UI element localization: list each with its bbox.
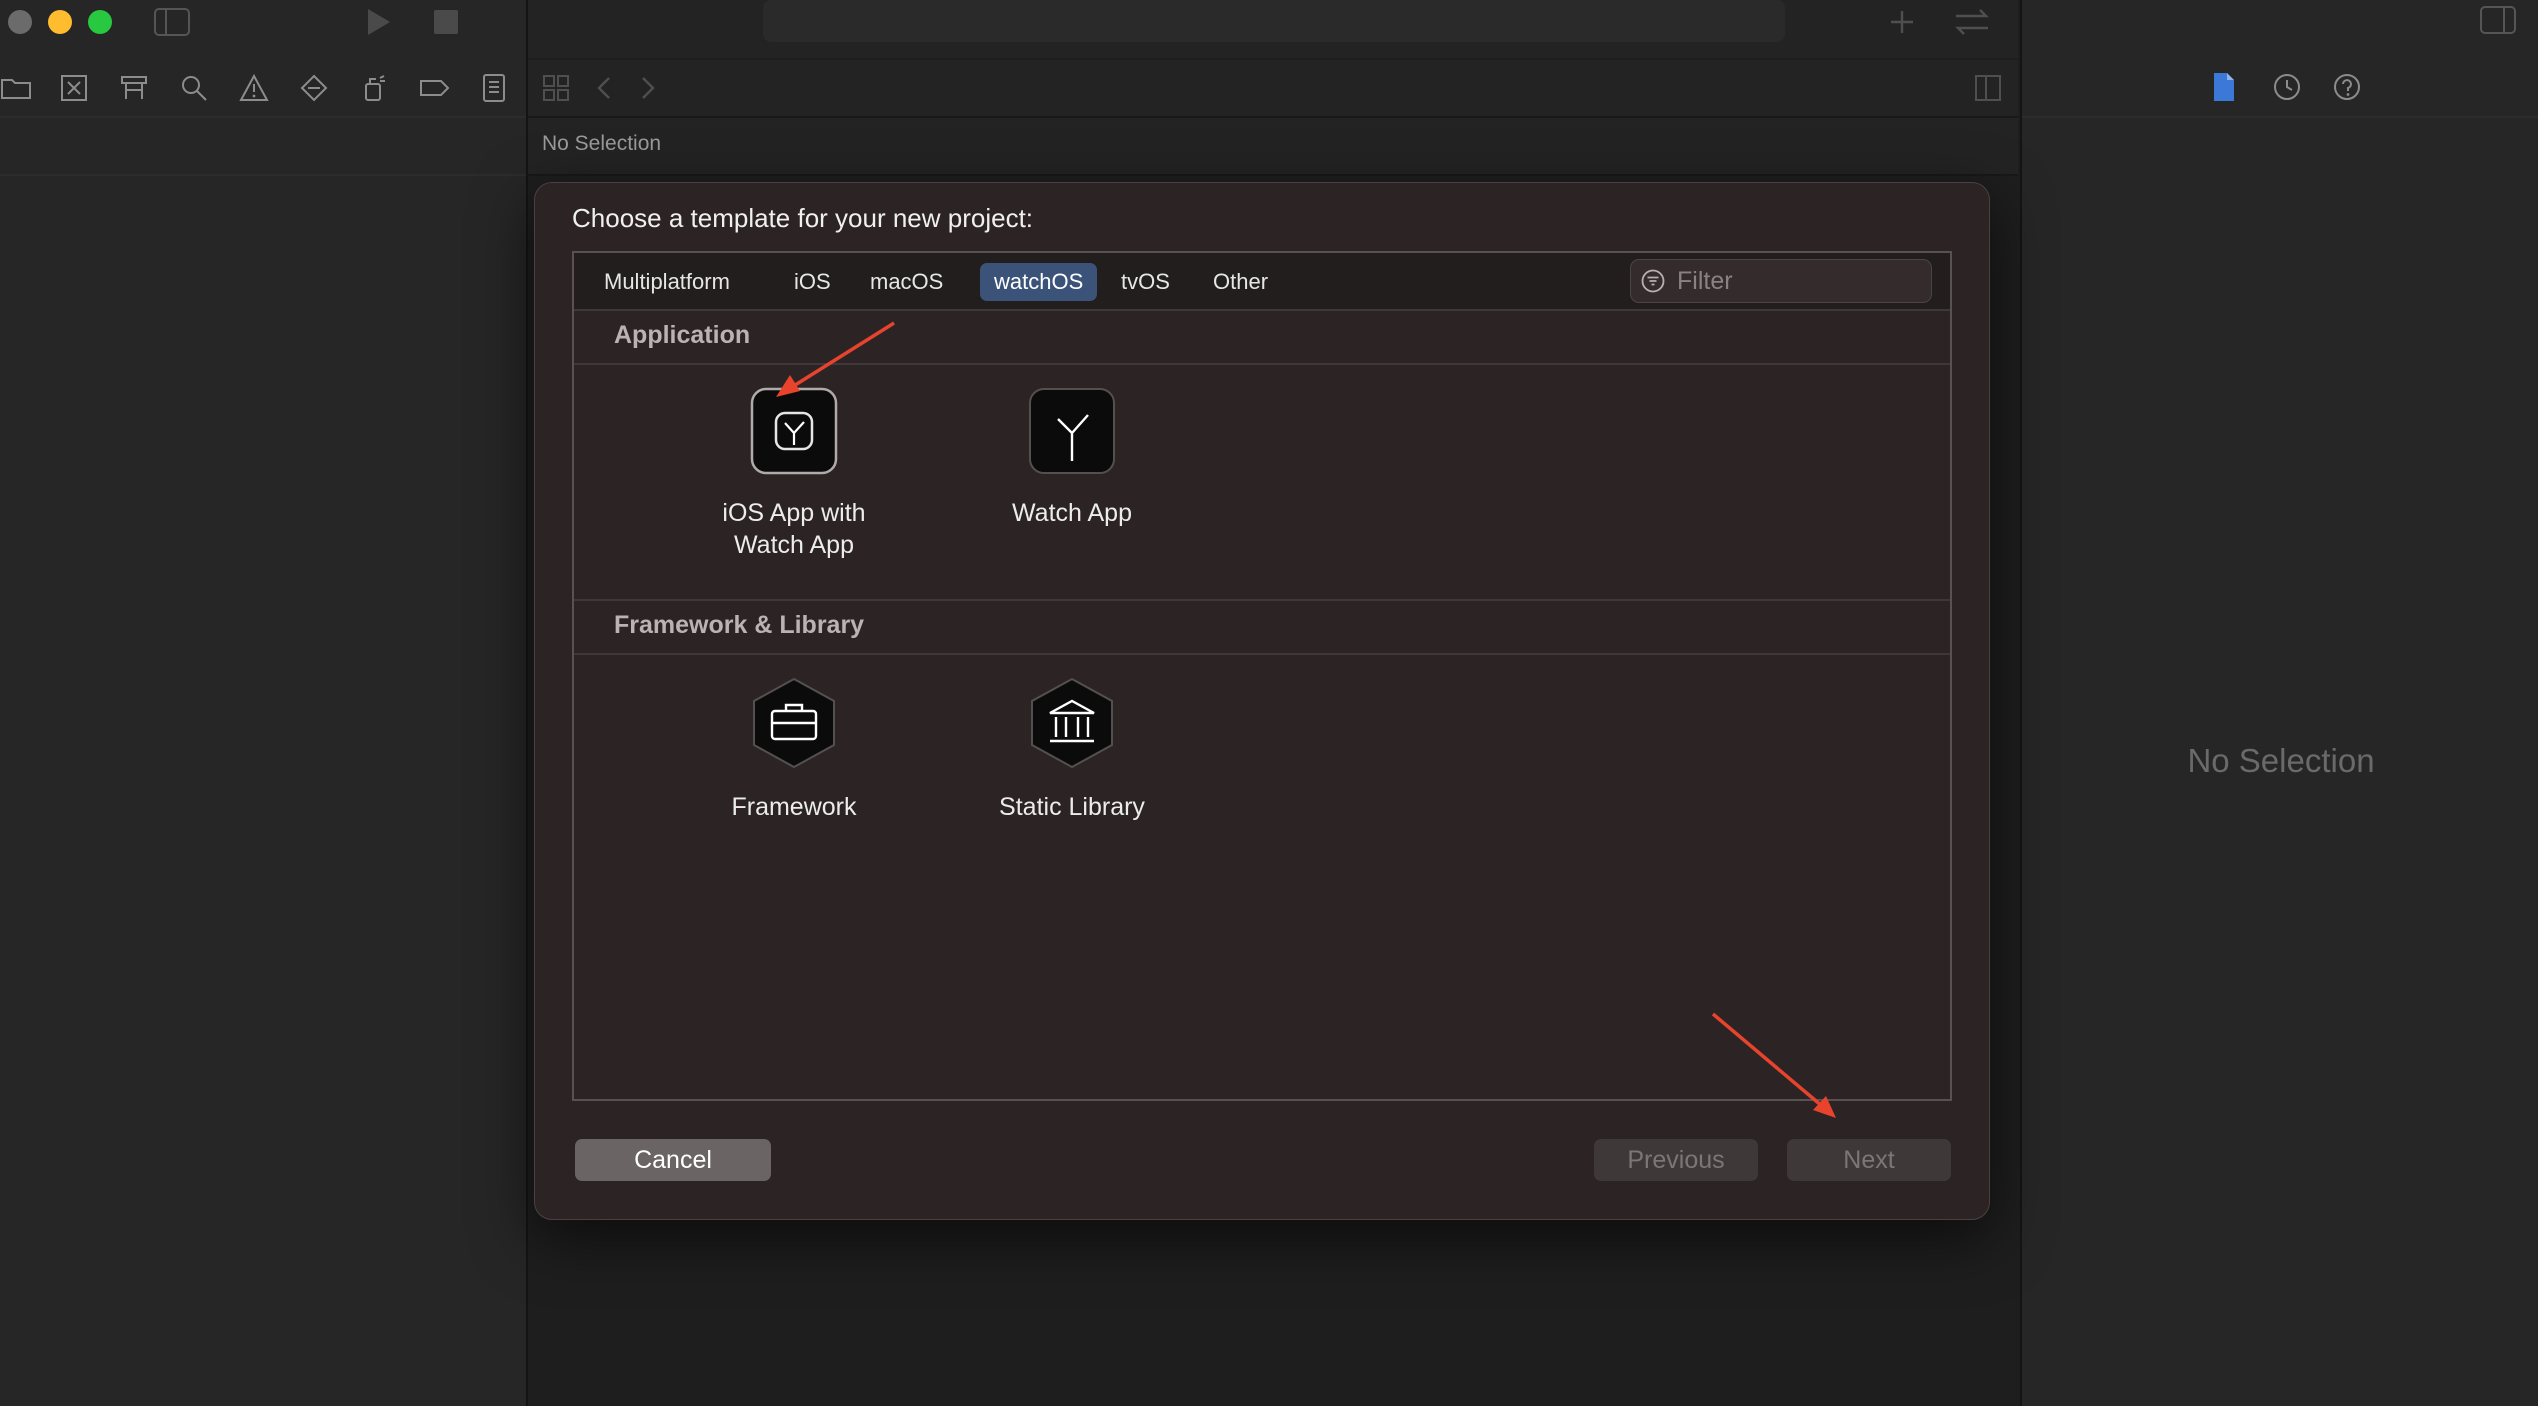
filter-input[interactable] [1675, 264, 1919, 298]
navigator-pane [0, 0, 528, 1406]
template-framework[interactable]: Framework [674, 677, 914, 823]
navigator-filter-bar [0, 118, 526, 176]
editor-jump-bar [528, 60, 2018, 118]
add-icon[interactable] [1888, 8, 1916, 36]
close-window-button[interactable] [8, 10, 32, 34]
sidebar-toggle-icon[interactable] [154, 8, 190, 36]
tab-multiplatform[interactable]: Multiplatform [590, 263, 744, 301]
template-label: iOS App with Watch App [674, 497, 914, 561]
section-title-framework-library: Framework & Library [614, 611, 865, 639]
library-building-icon [1028, 677, 1116, 769]
toolbar [368, 0, 2018, 58]
swap-arrows-icon[interactable] [1952, 6, 1992, 38]
symbol-icon[interactable] [118, 72, 150, 104]
stop-icon[interactable] [434, 10, 458, 34]
editor-no-selection-label: No Selection [542, 132, 662, 155]
filter-icon [1641, 269, 1665, 293]
tab-watchos[interactable]: watchOS [980, 263, 1098, 301]
template-label-line1: iOS App with [722, 499, 866, 527]
tab-macos[interactable]: macOS [856, 263, 957, 301]
inspector-no-selection-label: No Selection [2187, 742, 2375, 779]
debug-spray-icon[interactable] [358, 72, 390, 104]
file-inspector-icon[interactable] [2212, 72, 2236, 102]
section-title-application: Application [614, 321, 751, 349]
forward-chevron-icon[interactable] [640, 76, 656, 100]
watch-face-icon [750, 387, 838, 475]
breakpoint-icon[interactable] [418, 72, 450, 104]
help-inspector-icon[interactable] [2332, 72, 2362, 102]
section-header-framework-library: Framework & Library [574, 601, 1950, 655]
next-button[interactable]: Next [1787, 1139, 1951, 1181]
activity-view [763, 0, 1785, 42]
inspector-toggle-icon[interactable] [2480, 6, 2516, 34]
warning-icon[interactable] [238, 72, 270, 104]
search-icon[interactable] [178, 72, 210, 104]
grid-icon[interactable] [542, 74, 570, 102]
back-chevron-icon[interactable] [596, 76, 612, 100]
template-label: Static Library [999, 793, 1145, 821]
add-editor-icon[interactable] [1974, 74, 2002, 102]
minimize-window-button[interactable] [48, 10, 72, 34]
watch-hands-icon [1028, 387, 1116, 475]
template-label: Watch App [1012, 499, 1132, 527]
zoom-window-button[interactable] [88, 10, 112, 34]
source-control-icon[interactable] [58, 72, 90, 104]
inspector-pane: No Selection [2020, 0, 2538, 1406]
dialog-title: Choose a template for your new project: [572, 203, 1034, 233]
inspector-toolbar [2022, 60, 2538, 118]
toolbox-icon [750, 677, 838, 769]
template-label: Framework [731, 793, 857, 821]
editor-selection-bar: No Selection [528, 118, 2018, 176]
run-icon[interactable] [362, 6, 394, 38]
template-static-library[interactable]: Static Library [952, 677, 1192, 823]
new-project-template-dialog: Choose a template for your new project: … [534, 182, 1990, 1220]
template-watch-app[interactable]: Watch App [952, 387, 1192, 529]
previous-button[interactable]: Previous [1594, 1139, 1758, 1181]
test-diamond-icon[interactable] [298, 72, 330, 104]
template-ios-app-with-watch-app[interactable]: iOS App with Watch App [674, 387, 914, 561]
template-label-line2: Watch App [734, 531, 854, 559]
folder-icon[interactable] [0, 72, 32, 104]
tab-ios[interactable]: iOS [780, 263, 845, 301]
cancel-button[interactable]: Cancel [575, 1139, 771, 1181]
report-icon[interactable] [478, 72, 510, 104]
template-chooser: Multiplatform iOS macOS watchOS tvOS Oth… [572, 251, 1952, 1101]
tab-other[interactable]: Other [1199, 263, 1282, 301]
tab-tvos[interactable]: tvOS [1107, 263, 1184, 301]
filter-field[interactable] [1630, 259, 1932, 303]
inspector-titlebar [2022, 0, 2538, 58]
history-inspector-icon[interactable] [2272, 72, 2302, 102]
platform-tab-bar: Multiplatform iOS macOS watchOS tvOS Oth… [574, 253, 1950, 311]
section-header-application: Application [574, 311, 1950, 365]
navigator-toolbar [0, 60, 526, 118]
